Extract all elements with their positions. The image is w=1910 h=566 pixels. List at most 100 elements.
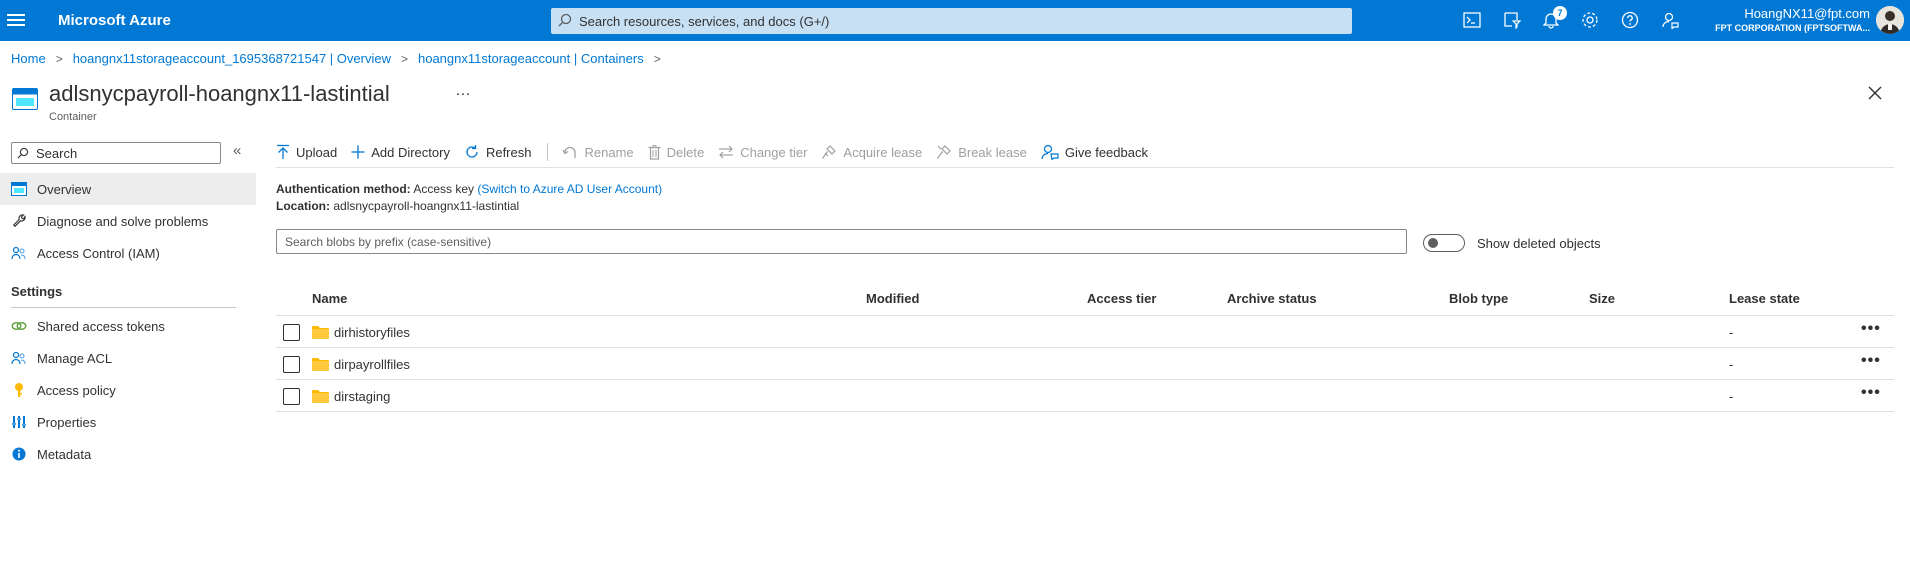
avatar[interactable] (1876, 6, 1904, 34)
column-header-blob-type[interactable]: Blob type (1449, 291, 1508, 306)
global-search-input[interactable] (579, 11, 1339, 31)
add-directory-label: Add Directory (371, 144, 450, 160)
account-info[interactable]: HoangNX11@fpt.com FPT CORPORATION (FPTSO… (1715, 6, 1870, 33)
sidebar-search[interactable] (11, 142, 221, 164)
refresh-icon (466, 145, 478, 158)
add-directory-button[interactable]: Add Directory (351, 145, 450, 160)
sidebar-item-label: Properties (37, 414, 97, 430)
breadcrumb: Home > hoangnx11storageaccount_169536872… (11, 51, 671, 66)
table-row[interactable]: dirhistoryfiles - ••• (276, 316, 1894, 348)
link-icon (11, 318, 27, 334)
give-feedback-label: Give feedback (1064, 144, 1148, 160)
key-icon (11, 382, 27, 398)
show-deleted-label: Show deleted objects (1477, 236, 1601, 251)
more-options-button[interactable]: … (455, 82, 472, 100)
rename-button[interactable]: Rename (562, 145, 634, 160)
table-row[interactable]: dirpayrollfiles - ••• (276, 348, 1894, 380)
sidebar-item-access-policy[interactable]: Access policy (0, 374, 256, 406)
sidebar-item-manage-acl[interactable]: Manage ACL (0, 342, 256, 374)
blob-prefix-search[interactable] (276, 229, 1407, 254)
table-row[interactable]: dirstaging - ••• (276, 380, 1894, 412)
break-lease-button[interactable]: Break lease (936, 144, 1027, 160)
sidebar-item-label: Manage ACL (37, 350, 113, 366)
breadcrumb-containers[interactable]: hoangnx11storageaccount | Containers (418, 51, 644, 66)
people-icon (11, 350, 27, 366)
column-header-modified[interactable]: Modified (866, 291, 919, 306)
sidebar-item-label: Diagnose and solve problems (37, 213, 209, 229)
column-header-access-tier[interactable]: Access tier (1087, 291, 1156, 306)
page-subtitle: Container (49, 111, 97, 123)
sidebar-section-settings: Settings (11, 284, 63, 299)
toolbar-divider (547, 143, 549, 161)
feedback-icon[interactable] (1658, 8, 1682, 32)
top-bar: Microsoft Azure 7 HoangNX11@fpt.com FPT … (0, 0, 1910, 41)
change-tier-button[interactable]: Change tier (718, 145, 807, 160)
folder-icon (312, 390, 329, 403)
location-value: adlsnycpayroll-hoangnx11-lastintial (333, 199, 520, 213)
refresh-button[interactable]: Refresh (464, 144, 532, 160)
sidebar-item-label: Shared access tokens (37, 318, 165, 334)
sidebar-item-overview[interactable]: Overview (0, 173, 256, 205)
bell-icon[interactable]: 7 (1539, 6, 1567, 32)
people-icon (11, 245, 27, 261)
global-search[interactable] (551, 8, 1352, 34)
row-name-link[interactable]: dirpayrollfiles (334, 357, 410, 372)
row-name-link[interactable]: dirhistoryfiles (334, 325, 410, 340)
column-header-lease-state[interactable]: Lease state (1729, 291, 1800, 306)
acquire-lease-label: Acquire lease (843, 144, 923, 160)
account-org: FPT CORPORATION (FPTSOFTWA... (1715, 23, 1870, 33)
delete-button[interactable]: Delete (648, 144, 704, 160)
sidebar-item-diagnose[interactable]: Diagnose and solve problems (0, 205, 256, 237)
brand-title[interactable]: Microsoft Azure (58, 12, 171, 29)
row-checkbox[interactable] (283, 356, 300, 373)
sidebar-divider (11, 307, 236, 308)
sidebar-item-properties[interactable]: Properties (0, 406, 256, 438)
wrench-icon (11, 213, 27, 229)
row-name-link[interactable]: dirstaging (334, 389, 390, 404)
row-lease-state: - (1729, 357, 1734, 372)
directory-filter-icon[interactable] (1500, 8, 1524, 32)
sidebar-item-metadata[interactable]: Metadata (0, 438, 256, 470)
switch-auth-link[interactable]: (Switch to Azure AD User Account) (477, 182, 662, 196)
container-icon (12, 88, 38, 110)
row-lease-state: - (1729, 325, 1734, 340)
gear-icon[interactable] (1578, 8, 1602, 32)
search-icon (17, 147, 29, 159)
sidebar-item-shared-access-tokens[interactable]: Shared access tokens (0, 310, 256, 342)
row-checkbox[interactable] (283, 388, 300, 405)
column-header-archive-status[interactable]: Archive status (1227, 291, 1317, 306)
menu-icon[interactable] (7, 11, 25, 29)
blob-prefix-search-input[interactable] (285, 233, 1385, 251)
breadcrumb-home[interactable]: Home (11, 51, 46, 66)
trash-icon (648, 144, 661, 160)
refresh-label: Refresh (485, 144, 532, 160)
chevron-right-icon: > (400, 51, 408, 66)
toggle-knob (1428, 238, 1438, 248)
sidebar-search-input[interactable] (36, 144, 216, 162)
close-icon[interactable] (1866, 84, 1884, 102)
row-more-button[interactable]: ••• (1861, 384, 1881, 402)
show-deleted-toggle[interactable] (1423, 234, 1465, 252)
row-checkbox[interactable] (283, 324, 300, 341)
column-header-name[interactable]: Name (312, 291, 347, 306)
give-feedback-button[interactable]: Give feedback (1041, 144, 1148, 160)
upload-button[interactable]: Upload (276, 144, 337, 160)
breadcrumb-storage-overview[interactable]: hoangnx11storageaccount_1695368721547 | … (73, 51, 391, 66)
upload-icon (277, 144, 289, 159)
feedback-icon (1041, 144, 1059, 160)
cloud-shell-icon[interactable] (1460, 8, 1484, 32)
acquire-lease-button[interactable]: Acquire lease (821, 144, 922, 160)
sidebar-item-label: Access Control (IAM) (37, 245, 160, 261)
change-tier-label: Change tier (740, 144, 808, 160)
row-more-button[interactable]: ••• (1861, 320, 1881, 338)
column-header-size[interactable]: Size (1589, 291, 1615, 306)
sidebar-item-label: Metadata (37, 446, 92, 462)
sidebar-item-iam[interactable]: Access Control (IAM) (0, 237, 256, 269)
rename-icon (562, 146, 577, 158)
chevron-right-icon: > (55, 51, 63, 66)
row-more-button[interactable]: ••• (1861, 352, 1881, 370)
collapse-sidebar-button[interactable]: « (233, 142, 241, 159)
toolbar-divider-line (276, 167, 1894, 168)
help-icon[interactable] (1618, 8, 1642, 32)
plus-icon (351, 145, 365, 159)
